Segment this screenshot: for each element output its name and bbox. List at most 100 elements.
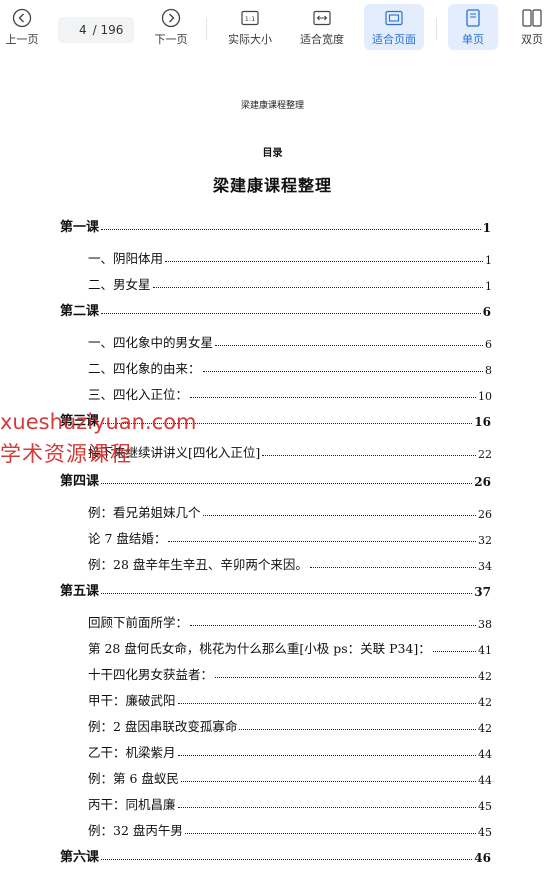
toc-entry-title: 二、男女星 [88, 277, 151, 292]
toc-entry-title: 接下来继续讲讲义[四化入正位] [88, 445, 261, 460]
svg-text:1:1: 1:1 [245, 15, 255, 23]
toc-entry-title: 二、四化象的由来： [88, 361, 201, 376]
toc-leader-dots [101, 859, 473, 860]
toc-leader-dots [262, 455, 476, 456]
toc-section-entry[interactable]: 第 28 盘何氏女命，桃花为什么那么重[小极 ps：关联 P34]： 41 [88, 633, 492, 657]
toc-leader-dots [180, 781, 476, 782]
page-number-input[interactable] [68, 23, 87, 37]
toc-section-entry[interactable]: 丙干：同机昌廉 45 [88, 789, 492, 813]
viewer-toolbar: 上一页 / 196 下一页 1:1 实际大小 适合宽度 适合页面 单页 [0, 0, 545, 56]
toc-chapter-entry[interactable]: 第四课 26 [60, 465, 491, 489]
toc-page-number: 22 [478, 448, 492, 461]
toc-page-number: 6 [485, 338, 492, 351]
actual-size-button[interactable]: 1:1 实际大小 [222, 4, 278, 50]
toc-section-entry[interactable]: 二、四化象的由来： 8 [88, 353, 492, 377]
toc-chapter-entry[interactable]: 第三课 16 [60, 405, 491, 429]
toc-page-number: 8 [485, 364, 492, 377]
toc-leader-dots [101, 313, 481, 314]
prev-page-label: 上一页 [5, 33, 39, 46]
toc-entry-title: 第三课 [60, 414, 100, 429]
running-header: 梁建康课程整理 [240, 101, 304, 111]
toc-leader-dots [202, 371, 483, 372]
next-page-button[interactable]: 下一页 [148, 4, 194, 50]
toc-section-entry[interactable]: 乙干：机梁紫月 44 [88, 737, 492, 761]
toc-entry-title: 第 28 盘何氏女命，桃花为什么那么重[小极 ps：关联 P34]： [88, 641, 431, 656]
toc-heading: 目录 [262, 148, 283, 159]
chevron-left-icon [12, 7, 32, 29]
toc-leader-dots [168, 541, 476, 542]
toc-entry-title: 第五课 [60, 584, 100, 599]
toc-page-number: 45 [478, 800, 492, 813]
toc-entry-title: 第四课 [60, 474, 100, 489]
toc-leader-dots [190, 625, 476, 626]
single-page-icon [465, 7, 481, 29]
fit-page-icon [385, 7, 403, 29]
document-page: 梁建康课程整理 目录 梁建康课程整理 第一课 1 一、阴阳体用 1 二、男女星 1 第二课 6… [0, 56, 545, 879]
toc-chapter-entry[interactable]: 第一课 1 [60, 211, 491, 235]
toc-entry-title: 回顾下前面所学： [88, 615, 189, 630]
toc-leader-dots [190, 397, 476, 398]
toc-page-number: 41 [478, 644, 492, 657]
actual-size-label: 实际大小 [228, 33, 272, 46]
fit-width-icon [313, 7, 331, 29]
document-title: 梁建康课程整理 [212, 176, 332, 195]
toc-section-entry[interactable]: 例：32 盘丙午男 45 [88, 815, 492, 839]
toc-section-entry[interactable]: 接下来继续讲讲义[四化入正位] 22 [88, 437, 492, 461]
toc-chapter-entry[interactable]: 第二课 6 [60, 295, 491, 319]
toc-chapter-entry[interactable]: 第六课 46 [60, 841, 491, 865]
toc-leader-dots [432, 651, 476, 652]
toc-section-entry[interactable]: 例：28 盘辛年生辛丑、辛卯两个来因。 34 [88, 549, 492, 573]
toc-entry-title: 例：第 6 盘蚁民 [88, 771, 179, 786]
toc-chapter-entry[interactable]: 第五课 37 [60, 575, 491, 599]
toc-section-entry[interactable]: 论 7 盘结婚： 32 [88, 523, 492, 547]
toc-section-entry[interactable]: 例：看兄弟姐妹几个 26 [88, 497, 492, 521]
toc-section-entry[interactable]: 例：第 6 盘蚁民 44 [88, 763, 492, 787]
toc-leader-dots [239, 729, 476, 730]
toc-section-entry[interactable]: 甲干：廉破武阳 42 [88, 685, 492, 709]
toc-page-number: 37 [474, 585, 491, 599]
total-pages: / 196 [92, 23, 124, 37]
double-page-icon [522, 7, 542, 29]
toc-page-number: 45 [478, 826, 492, 839]
toc-entry-title: 第六课 [60, 850, 100, 865]
single-page-button[interactable]: 单页 [448, 4, 498, 50]
toc-page-number: 44 [478, 774, 492, 787]
toc-page-number: 42 [478, 670, 492, 683]
toc-leader-dots [101, 483, 473, 484]
toc-section-entry[interactable]: 回顾下前面所学： 38 [88, 607, 492, 631]
toc-page-number: 1 [482, 221, 491, 235]
toc-leader-dots [177, 703, 476, 704]
toc-section-entry[interactable]: 十干四化男女获益者： 42 [88, 659, 492, 683]
toc-page-number: 26 [474, 475, 491, 489]
toc-section-entry[interactable]: 一、阴阳体用 1 [88, 243, 492, 267]
actual-size-icon: 1:1 [241, 7, 259, 29]
toc-entry-title: 例：32 盘丙午男 [88, 823, 183, 838]
chevron-right-icon [161, 7, 181, 29]
toc-entry-title: 一、阴阳体用 [88, 251, 164, 266]
toc-section-entry[interactable]: 二、男女星 1 [88, 269, 492, 293]
toc-leader-dots [215, 345, 483, 346]
toc-page-number: 34 [478, 560, 492, 573]
toc-entry-title: 十干四化男女获益者： [88, 667, 214, 682]
prev-page-button[interactable]: 上一页 [0, 4, 44, 50]
toc-leader-dots [101, 229, 481, 230]
toc-leader-dots [184, 833, 476, 834]
toc-entry-title: 论 7 盘结婚： [88, 531, 167, 546]
toc-entry-title: 乙干：机梁紫月 [88, 745, 176, 760]
toc-leader-dots [177, 807, 476, 808]
toc-leader-dots [177, 755, 476, 756]
toc-section-entry[interactable]: 一、四化象中的男女星 6 [88, 327, 492, 351]
toc-entry-title: 例：2 盘因串联改变孤寡命 [88, 719, 238, 734]
toc-leader-dots [215, 677, 476, 678]
toc-entry-title: 第二课 [60, 304, 100, 319]
toc-section-entry[interactable]: 三、四化入正位： 10 [88, 379, 492, 403]
fit-width-button[interactable]: 适合宽度 [292, 4, 352, 50]
toc-page-number: 42 [478, 696, 492, 709]
toc-entry-title: 一、四化象中的男女星 [88, 335, 214, 350]
toc-page-number: 1 [485, 280, 492, 293]
fit-page-button[interactable]: 适合页面 [364, 4, 424, 50]
toc-entry-title: 丙干：同机昌廉 [88, 797, 176, 812]
toc-section-entry[interactable]: 例：2 盘因串联改变孤寡命 42 [88, 711, 492, 735]
toc-entry-title: 第一课 [60, 220, 100, 235]
double-page-button[interactable]: 双页 [510, 4, 545, 50]
